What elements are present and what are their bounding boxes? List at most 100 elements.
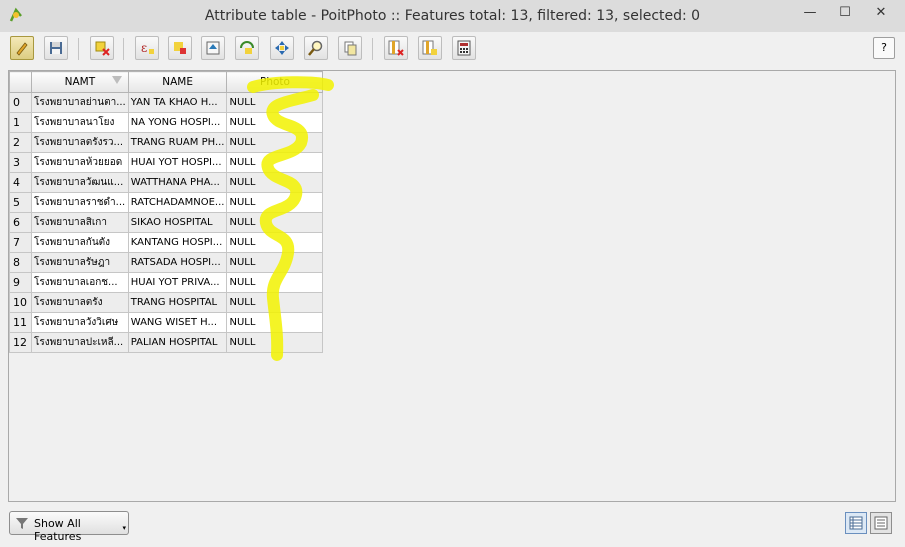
cell-namt[interactable]: โรงพยาบาลตรังรว...: [31, 132, 129, 153]
table-row[interactable]: 7 โรงพยาบาลกันตัง KANTANG HOSPI... NULL: [9, 232, 324, 253]
table-row[interactable]: 3 โรงพยาบาลห้วยยอด HUAI YOT HOSPI... NULL: [9, 152, 324, 173]
cell-photo[interactable]: NULL: [226, 272, 324, 293]
cell-photo[interactable]: NULL: [226, 192, 324, 213]
cell-namt[interactable]: โรงพยาบาลห้วยยอด: [31, 152, 129, 173]
toolbar: ε: [0, 32, 905, 66]
table-grid: NAMT NAME Photo 0 โรงพยาบาลย่านตา... YAN T…: [9, 71, 324, 353]
close-button[interactable]: ✕: [860, 4, 902, 22]
cell-name[interactable]: TRANG HOSPITAL: [127, 292, 228, 313]
table-row[interactable]: 10 โรงพยาบาลตรัง TRANG HOSPITAL NULL: [9, 292, 324, 313]
row-index[interactable]: 4: [9, 172, 32, 193]
delete-column-button[interactable]: [418, 36, 442, 60]
table-row[interactable]: 1 โรงพยาบาลนาโยง NA YONG HOSPI... NULL: [9, 112, 324, 133]
row-index[interactable]: 11: [9, 312, 32, 333]
pan-icon: [275, 41, 289, 55]
row-index[interactable]: 10: [9, 292, 32, 313]
row-index[interactable]: 12: [9, 332, 32, 353]
cell-name[interactable]: WANG WISET H...: [127, 312, 228, 333]
invert-selection-button[interactable]: [235, 36, 259, 60]
move-top-icon: [206, 41, 220, 55]
expression-select-button[interactable]: ε: [135, 36, 159, 60]
cell-photo[interactable]: NULL: [226, 212, 324, 233]
table-row[interactable]: 9 โรงพยาบาลเอกช... HUAI YOT PRIVA... NULL: [9, 272, 324, 293]
pan-to-selected-button[interactable]: [270, 36, 294, 60]
cell-namt[interactable]: โรงพยาบาลปะเหลี...: [31, 332, 129, 353]
table-view-button[interactable]: [845, 512, 867, 534]
table-row[interactable]: 4 โรงพยาบาลวัฒนแ... WATTHANA PHA... NULL: [9, 172, 324, 193]
cell-name[interactable]: HUAI YOT HOSPI...: [127, 152, 228, 173]
svg-text:ε: ε: [141, 41, 147, 55]
field-calculator-button[interactable]: [452, 36, 476, 60]
move-selection-top-button[interactable]: [201, 36, 225, 60]
cell-namt[interactable]: โรงพยาบาลย่านตา...: [31, 92, 129, 113]
cell-namt[interactable]: โรงพยาบาลตรัง: [31, 292, 129, 313]
table-row[interactable]: 6 โรงพยาบาลสิเกา SIKAO HOSPITAL NULL: [9, 212, 324, 233]
cell-photo[interactable]: NULL: [226, 292, 324, 313]
zoom-icon: [308, 40, 323, 56]
cell-name[interactable]: NA YONG HOSPI...: [127, 112, 228, 133]
column-header-photo[interactable]: Photo: [226, 71, 324, 93]
cell-name[interactable]: TRANG RUAM PH...: [127, 132, 228, 153]
cell-photo[interactable]: NULL: [226, 332, 324, 353]
cell-photo[interactable]: NULL: [226, 252, 324, 273]
table-row[interactable]: 11 โรงพยาบาลวังวิเศษ WANG WISET H... NULL: [9, 312, 324, 333]
cell-namt[interactable]: โรงพยาบาลนาโยง: [31, 112, 129, 133]
minimize-button[interactable]: —: [795, 4, 825, 22]
cell-photo[interactable]: NULL: [226, 312, 324, 333]
row-index[interactable]: 7: [9, 232, 32, 253]
row-index[interactable]: 6: [9, 212, 32, 233]
cell-name[interactable]: WATTHANA PHA...: [127, 172, 228, 193]
table-row[interactable]: 8 โรงพยาบาลรัษฎา RATSADA HOSPI... NULL: [9, 252, 324, 273]
delete-selected-button[interactable]: [90, 36, 114, 60]
maximize-button[interactable]: ☐: [830, 4, 860, 22]
cell-name[interactable]: HUAI YOT PRIVA...: [127, 272, 228, 293]
cell-name[interactable]: SIKAO HOSPITAL: [127, 212, 228, 233]
row-index[interactable]: 9: [9, 272, 32, 293]
toggle-editing-button[interactable]: [10, 36, 34, 60]
cell-namt[interactable]: โรงพยาบาลวัฒนแ...: [31, 172, 129, 193]
cell-photo[interactable]: NULL: [226, 92, 324, 113]
column-header-name[interactable]: NAME: [127, 71, 228, 93]
attribute-table: NAMT NAME Photo 0 โรงพยาบาลย่านตา... YAN T…: [8, 70, 896, 502]
row-index[interactable]: 2: [9, 132, 32, 153]
cell-photo[interactable]: NULL: [226, 112, 324, 133]
cell-name[interactable]: RATSADA HOSPI...: [127, 252, 228, 273]
dropdown-caret-icon: ▾: [122, 524, 126, 532]
cell-namt[interactable]: โรงพยาบาลกันตัง: [31, 232, 129, 253]
cell-namt[interactable]: โรงพยาบาลสิเกา: [31, 212, 129, 233]
cell-namt[interactable]: โรงพยาบาลราชดำ...: [31, 192, 129, 213]
row-index[interactable]: 8: [9, 252, 32, 273]
cell-namt[interactable]: โรงพยาบาลวังวิเศษ: [31, 312, 129, 333]
cell-photo[interactable]: NULL: [226, 152, 324, 173]
table-row[interactable]: 2 โรงพยาบาลตรังรว... TRANG RUAM PH... NULL: [9, 132, 324, 153]
cell-name[interactable]: YAN TA KHAO H...: [127, 92, 228, 113]
column-header-namt[interactable]: NAMT: [31, 71, 129, 93]
corner-cell[interactable]: [9, 71, 32, 93]
cell-name[interactable]: RATCHADAMNOE...: [127, 192, 228, 213]
cell-name[interactable]: PALIAN HOSPITAL: [127, 332, 228, 353]
table-row[interactable]: 12 โรงพยาบาลปะเหลี... PALIAN HOSPITAL NULL: [9, 332, 324, 353]
cell-name[interactable]: KANTANG HOSPI...: [127, 232, 228, 253]
new-column-button[interactable]: [384, 36, 408, 60]
sort-indicator-icon: [111, 76, 122, 84]
copy-selected-button[interactable]: [338, 36, 362, 60]
show-all-features-button[interactable]: Show All Features ▾: [9, 511, 129, 543]
row-index[interactable]: 0: [9, 92, 32, 113]
table-row[interactable]: 5 โรงพยาบาลราชดำ... RATCHADAMNOE... NULL: [9, 192, 324, 213]
cell-namt[interactable]: โรงพยาบาลเอกช...: [31, 272, 129, 293]
zoom-to-selected-button[interactable]: [304, 36, 328, 60]
cell-namt[interactable]: โรงพยาบาลรัษฎา: [31, 252, 129, 273]
deselect-icon: [174, 42, 186, 54]
delete-feature-icon: [95, 41, 110, 56]
help-button[interactable]: ?: [873, 37, 895, 59]
cell-photo[interactable]: NULL: [226, 172, 324, 193]
row-index[interactable]: 1: [9, 112, 32, 133]
unselect-all-button[interactable]: [168, 36, 192, 60]
row-index[interactable]: 5: [9, 192, 32, 213]
table-row[interactable]: 0 โรงพยาบาลย่านตา... YAN TA KHAO H... NULL: [9, 92, 324, 113]
row-index[interactable]: 3: [9, 152, 32, 173]
cell-photo[interactable]: NULL: [226, 232, 324, 253]
save-edits-button[interactable]: [44, 36, 68, 60]
cell-photo[interactable]: NULL: [226, 132, 324, 153]
form-view-button[interactable]: [870, 512, 892, 534]
